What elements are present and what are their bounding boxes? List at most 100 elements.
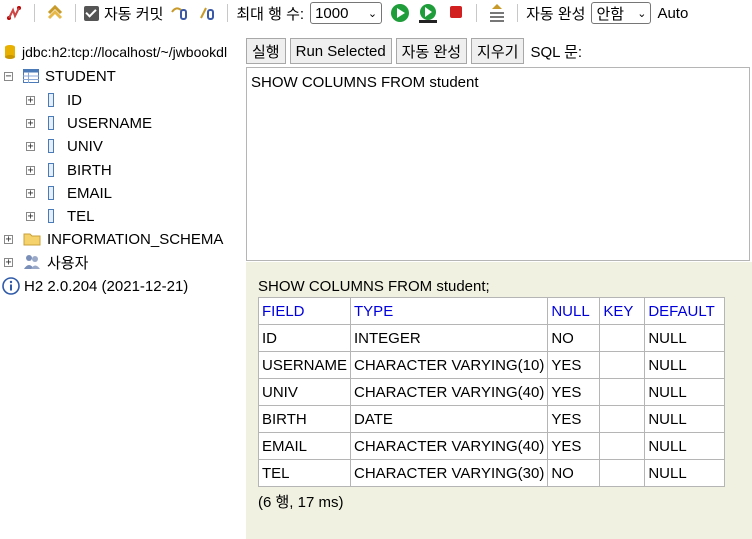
tree-column-tel[interactable]: + TEL (26, 205, 95, 227)
cell: NULL (644, 351, 726, 379)
clear-button[interactable]: 지우기 (471, 38, 525, 64)
connection-row[interactable]: jdbc:h2:tcp://localhost/~/jwbookdl (4, 41, 227, 63)
autocomplete-button[interactable]: 자동 완성 (395, 38, 468, 64)
database-icon (5, 45, 15, 59)
max-rows-select[interactable]: 1000 ⌄ (310, 2, 383, 24)
result-summary: (6 행, 17 ms) (258, 494, 344, 511)
expand-icon[interactable]: + (26, 141, 35, 151)
sql-editor[interactable]: SHOW COLUMNS FROM student (246, 67, 750, 261)
tree-column-label: TEL (67, 207, 95, 225)
sql-label: SQL 문: (530, 43, 583, 61)
cell: CHARACTER VARYING(10) (350, 351, 549, 379)
cell: YES (547, 432, 601, 460)
result-table: FIELD TYPE NULL KEY DEFAULT ID INTEGER N… (257, 297, 726, 487)
toolbar: 자동 커밋 최대 행 수: 1000 ⌄ 자동 완성 안함 ⌄ Auto (0, 0, 752, 26)
toolbar-separator (476, 4, 478, 22)
run-button[interactable]: 실행 (246, 38, 286, 64)
cell: NO (547, 459, 601, 487)
autocomplete-select[interactable]: 안함 ⌄ (591, 2, 652, 24)
run-selected-button[interactable]: Run Selected (289, 38, 392, 64)
cell: CHARACTER VARYING(30) (350, 459, 549, 487)
expand-icon[interactable]: + (26, 165, 35, 175)
result-header-row: FIELD TYPE NULL KEY DEFAULT (257, 297, 726, 325)
history-icon[interactable] (486, 2, 508, 24)
toolbar-separator (34, 4, 35, 22)
cell: EMAIL (257, 432, 352, 460)
cell (599, 405, 646, 433)
cell: CHARACTER VARYING(40) (350, 378, 549, 406)
cell (599, 351, 646, 379)
column-icon (48, 163, 54, 177)
run-selected-icon[interactable] (417, 2, 439, 24)
refresh-icon[interactable] (44, 2, 66, 24)
col-header[interactable]: DEFAULT (644, 297, 726, 325)
tree-column-id[interactable]: + ID (26, 89, 82, 111)
toolbar-separator (517, 4, 519, 22)
collapse-icon[interactable]: − (4, 71, 13, 81)
table-row: UNIV CHARACTER VARYING(40) YES NULL (257, 378, 726, 406)
auto-select-label: Auto (657, 4, 689, 22)
table-row: TEL CHARACTER VARYING(30) NO NULL (257, 459, 726, 487)
max-rows-label: 최대 행 수: (236, 5, 305, 23)
col-header[interactable]: KEY (599, 297, 646, 325)
tree-column-label: USERNAME (67, 114, 153, 132)
table-row: ID INTEGER NO NULL (257, 324, 726, 352)
tree-column-username[interactable]: + USERNAME (26, 112, 152, 134)
col-header[interactable]: TYPE (350, 297, 549, 325)
tree-table-student[interactable]: − STUDENT (4, 65, 116, 87)
cell: NULL (644, 405, 726, 433)
run-icon[interactable] (389, 2, 411, 24)
tree-schema-information[interactable]: + INFORMATION_SCHEMA (4, 228, 223, 250)
expand-icon[interactable]: + (26, 188, 35, 198)
chevron-down-icon: ⌄ (637, 7, 647, 20)
cell: NO (547, 324, 601, 352)
disconnect-icon[interactable] (3, 2, 25, 24)
col-header[interactable]: NULL (547, 297, 601, 325)
rollback-icon[interactable] (168, 2, 190, 24)
tree-schema-label: INFORMATION_SCHEMA (47, 230, 224, 248)
info-icon (2, 277, 20, 295)
query-button-bar: 실행 Run Selected 자동 완성 지우기 SQL 문: (246, 36, 752, 66)
cell (599, 324, 646, 352)
tree-table-label: STUDENT (45, 67, 116, 85)
tree-column-univ[interactable]: + UNIV (26, 135, 103, 157)
tree-column-birth[interactable]: + BIRTH (26, 159, 112, 181)
tree-column-email[interactable]: + EMAIL (26, 182, 112, 204)
cell (599, 378, 646, 406)
autocommit-checkbox[interactable] (84, 5, 99, 21)
version-info: H2 2.0.204 (2021-12-21) (2, 275, 188, 297)
cell: YES (547, 351, 601, 379)
cell (599, 432, 646, 460)
autocomplete-value: 안함 (596, 5, 625, 23)
cell: NULL (644, 459, 726, 487)
cell: ID (257, 324, 352, 352)
tree-users-label: 사용자 (47, 254, 89, 272)
tree-column-label: ID (67, 91, 82, 109)
expand-icon[interactable]: + (26, 118, 35, 128)
table-row: BIRTH DATE YES NULL (257, 405, 726, 433)
column-icon (48, 209, 54, 223)
tree-users[interactable]: + 사용자 (4, 251, 88, 273)
toolbar-separator (75, 4, 76, 22)
folder-icon (23, 233, 41, 246)
tree-column-label: EMAIL (67, 184, 113, 202)
chevron-down-icon: ⌄ (367, 7, 378, 20)
expand-icon[interactable]: + (4, 234, 13, 244)
max-rows-value: 1000 (315, 4, 349, 22)
users-icon (24, 255, 40, 269)
cell: CHARACTER VARYING(40) (350, 432, 549, 460)
expand-icon[interactable]: + (4, 257, 13, 267)
schema-tree: jdbc:h2:tcp://localhost/~/jwbookdl − STU… (0, 36, 244, 539)
commit-icon[interactable] (196, 2, 218, 24)
col-header[interactable]: FIELD (257, 297, 352, 325)
toolbar-separator (227, 4, 229, 22)
column-icon (48, 139, 54, 153)
table-icon (23, 69, 39, 83)
cell (599, 459, 646, 487)
expand-icon[interactable]: + (26, 211, 35, 221)
connection-url: jdbc:h2:tcp://localhost/~/jwbookdl (22, 44, 228, 60)
tree-column-label: UNIV (67, 137, 103, 155)
sql-text: SHOW COLUMNS FROM student (251, 74, 479, 91)
stop-icon[interactable] (445, 2, 467, 24)
expand-icon[interactable]: + (26, 95, 35, 105)
